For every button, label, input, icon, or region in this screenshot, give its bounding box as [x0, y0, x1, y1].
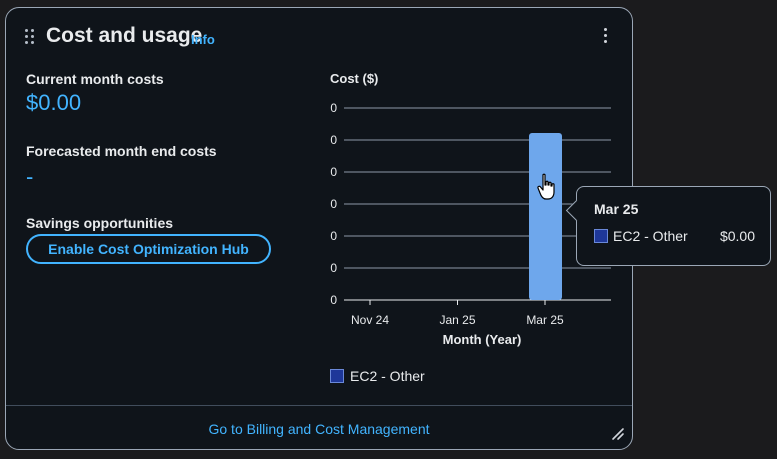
x-axis-label: Month (Year) [443, 332, 522, 347]
chart-legend: EC2 - Other [330, 368, 425, 384]
bar-highlight [529, 133, 562, 300]
x-tick-label: Mar 25 [526, 313, 564, 327]
tooltip-series-name: EC2 - Other [613, 228, 688, 244]
legend-swatch [330, 369, 344, 383]
y-tick-label: 0 [330, 101, 337, 115]
y-tick-label: 0 [330, 229, 337, 243]
legend-label: EC2 - Other [350, 368, 425, 384]
x-tick-label: Jan 25 [439, 313, 475, 327]
tooltip-swatch [594, 229, 608, 243]
cost-and-usage-widget: Cost and usage Info Current month costs … [5, 7, 633, 450]
y-tick-label: 0 [330, 197, 337, 211]
hand-cursor-icon [537, 173, 555, 200]
y-tick-label: 0 [330, 293, 337, 307]
tooltip-amount: $0.00 [719, 228, 755, 244]
y-tick-label: 0 [330, 165, 337, 179]
tooltip-row: EC2 - Other $0.00 [594, 228, 755, 244]
billing-link[interactable]: Go to Billing and Cost Management [6, 421, 632, 437]
resize-handle-icon[interactable] [611, 427, 625, 441]
chart-tooltip: Mar 25 EC2 - Other $0.00 [565, 186, 771, 266]
y-tick-label: 0 [330, 133, 337, 147]
y-tick-label: 0 [330, 261, 337, 275]
x-tick-label: Nov 24 [351, 313, 389, 327]
tooltip-date: Mar 25 [594, 201, 639, 217]
footer-divider [6, 405, 632, 406]
cost-chart: 0 0 0 0 0 0 0 Nov 24 Jan 25 Mar 25 Month (Year) [330, 101, 611, 347]
